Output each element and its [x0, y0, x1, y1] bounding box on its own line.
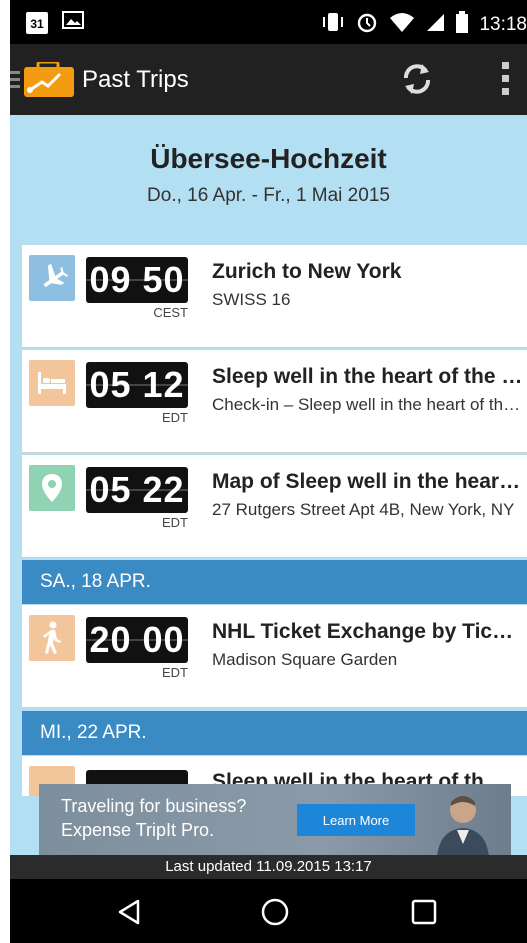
timezone-label: EDT [162, 665, 188, 680]
time-display: 05 12 [86, 362, 188, 408]
bed-icon [29, 360, 75, 406]
map-pin-icon [29, 465, 75, 511]
menu-drawer-icon [10, 71, 20, 88]
item-title: Map of Sleep well in the heart of the Vi… [212, 470, 524, 493]
trip-item-flight[interactable]: 09 50 CEST Zurich to New York SWISS 16 [22, 245, 527, 348]
time-display: 09 50 [86, 257, 188, 303]
ad-line-2: Expense TripIt Pro. [61, 820, 215, 840]
battery-icon [455, 11, 469, 39]
last-updated-bar: Last updated 11.09.2015 13:17 [10, 855, 527, 879]
signal-icon [425, 12, 445, 38]
learn-more-button[interactable]: Learn More [297, 804, 415, 836]
timezone-label: EDT [162, 515, 188, 530]
ad-banner[interactable]: Traveling for business? Expense TripIt P… [39, 784, 511, 855]
day-header: SA., 18 APR. [22, 560, 527, 604]
wifi-icon [389, 12, 415, 38]
timezone-label: EDT [162, 410, 188, 425]
timezone-label: CEST [153, 305, 188, 320]
item-title: NHL Ticket Exchange by Ticketmaster [212, 620, 524, 643]
trip-title: Übersee-Hochzeit [150, 143, 387, 174]
vibrate-icon [321, 11, 345, 39]
item-title: Zurich to New York [212, 260, 402, 283]
ad-line-1: Traveling for business? [61, 796, 247, 816]
item-subtitle: Madison Square Garden [212, 650, 398, 669]
trip-timeline: Übersee-Hochzeit Do., 16 Apr. - Fr., 1 M… [10, 115, 527, 855]
app-bar: Past Trips [10, 44, 527, 115]
calendar-icon: 31 [26, 11, 48, 34]
trip-item-lodging[interactable]: 05 12 EDT Sleep well in the heart of the… [22, 350, 527, 453]
item-title: Sleep well in the heart of the Village [212, 365, 524, 388]
home-button[interactable] [260, 897, 290, 932]
trip-item-map[interactable]: 05 22 EDT Map of Sleep well in the heart… [22, 455, 527, 558]
day-header: MI., 22 APR. [22, 711, 527, 755]
businessman-image [429, 788, 493, 855]
tripit-logo-icon [24, 60, 74, 97]
refresh-icon [404, 64, 430, 94]
overflow-menu-icon[interactable] [502, 62, 509, 95]
trip-dates: Do., 16 Apr. - Fr., 1 Mai 2015 [147, 185, 390, 206]
home-icon [261, 898, 289, 926]
menu-drawer-button[interactable] [10, 60, 76, 103]
item-subtitle: SWISS 16 [212, 290, 291, 309]
recents-icon [411, 899, 437, 925]
trip-header: Übersee-Hochzeit Do., 16 Apr. - Fr., 1 M… [10, 115, 527, 245]
status-bar: 31 13:18 [10, 0, 527, 44]
airplane-icon [29, 255, 75, 301]
item-subtitle: 27 Rutgers Street Apt 4B, New York, NY [212, 500, 515, 519]
recents-button[interactable] [409, 897, 439, 932]
time-display: 05 22 [86, 467, 188, 513]
trip-item-activity[interactable]: 20 00 EDT NHL Ticket Exchange by Ticket m… [22, 605, 527, 708]
ad-text: Traveling for business? Expense TripIt P… [61, 794, 246, 842]
image-icon [62, 11, 84, 34]
back-icon [118, 899, 140, 925]
calendar-day: 31 [30, 16, 44, 31]
status-time: 13:18 [479, 14, 527, 35]
item-subtitle: Check-in – Sleep well in the heart of th… [212, 395, 524, 414]
system-nav-bar [10, 879, 527, 943]
time-display: 20 00 [86, 617, 188, 663]
page-title: Past Trips [82, 66, 189, 93]
back-button[interactable] [114, 897, 144, 932]
walking-person-icon [29, 615, 75, 661]
alarm-icon [355, 10, 379, 40]
refresh-button[interactable] [398, 60, 436, 103]
